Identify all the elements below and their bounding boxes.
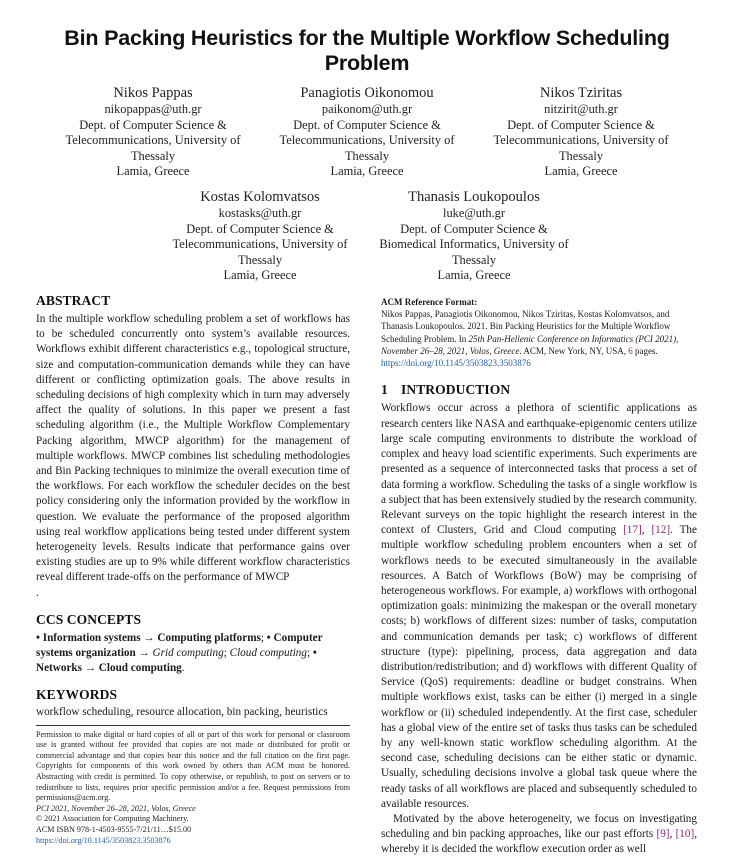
- arrow-icon: →: [84, 662, 96, 675]
- right-column: ACM Reference Format: Nikos Pappas, Pana…: [381, 296, 697, 858]
- reference-doi-link[interactable]: https://doi.org/10.1145/3503823.3503876: [381, 358, 531, 368]
- ccs-bullet: •: [36, 631, 40, 644]
- author-affiliation: Dept. of Computer Science &: [293, 117, 441, 132]
- ccs-item: Computing platforms: [157, 631, 261, 644]
- author-affiliation: Telecommunications, University of: [279, 133, 455, 148]
- author-email: kostasks@uth.gr: [218, 206, 302, 220]
- author-affiliation: Thessaly: [130, 148, 176, 163]
- introduction-paragraph: Motivated by the above heterogeneity, we…: [381, 812, 697, 858]
- ccs-item: Information systems: [42, 631, 141, 644]
- abstract-heading: ABSTRACT: [36, 293, 111, 308]
- author-block: Panagiotis Oikonomou paikonom@uth.gr Dep…: [262, 84, 472, 180]
- author-affiliation: Thessaly: [451, 252, 497, 267]
- author-location: Lamia, Greece: [437, 268, 511, 283]
- section-number: 1: [381, 382, 388, 398]
- abstract-text: In the multiple workflow scheduling prob…: [36, 312, 350, 586]
- paragraph-text: . The multiple workflow scheduling probl…: [381, 524, 697, 810]
- author-email: paikonom@uth.gr: [321, 102, 413, 116]
- keywords-heading: KEYWORDS: [36, 687, 118, 703]
- ccs-separator: ;: [260, 631, 264, 644]
- introduction-paragraph: Workflows occur across a plethora of sci…: [381, 401, 697, 811]
- author-affiliation: Telecommunications, University of: [65, 133, 241, 148]
- ccs-item: Grid computing: [152, 647, 224, 660]
- ccs-item: Cloud computing: [98, 662, 182, 675]
- ccs-bullet: •: [312, 647, 317, 660]
- author-email: nitzirit@uth.gr: [544, 102, 618, 116]
- keywords-text: workflow scheduling, resource allocation…: [36, 706, 328, 719]
- author-affiliation: Dept. of Computer Science &: [400, 221, 548, 236]
- author-block: Thanasis Loukopoulos luke@uth.gr Dept. o…: [369, 188, 579, 284]
- author-block: Nikos Pappas nikopappas@uth.gr Dept. of …: [48, 84, 258, 180]
- author-location: Lamia, Greece: [330, 164, 404, 179]
- arrow-icon: →: [143, 631, 155, 644]
- author-location: Lamia, Greece: [223, 268, 297, 283]
- author-name: Nikos Pappas: [113, 85, 193, 101]
- isbn-line: ACM ISBN 978-1-4503-9555-7/21/11…$15.00: [36, 825, 192, 835]
- author-affiliation: Telecommunications, University of: [172, 237, 348, 252]
- footnote-divider: [36, 724, 350, 726]
- author-affiliation: Dept. of Computer Science &: [186, 221, 334, 236]
- author-affiliation: Biomedical Informatics, University of: [379, 237, 569, 252]
- paragraph-text: Workflows occur across a plethora of sci…: [381, 402, 697, 537]
- copyright-footnote: Permission to make digital or hard copie…: [36, 730, 350, 847]
- reference-format-text: Nikos Pappas, Panagiotis Oikonomou, Niko…: [381, 308, 697, 369]
- author-affiliation: Dept. of Computer Science &: [507, 117, 655, 132]
- author-location: Lamia, Greece: [116, 164, 190, 179]
- ccs-separator: ;: [223, 647, 227, 660]
- author-block: Nikos Tziritas nitzirit@uth.gr Dept. of …: [476, 84, 686, 180]
- author-affiliation: Thessaly: [558, 148, 604, 163]
- ccs-item: Cloud computing: [229, 647, 307, 660]
- ccs-heading: CCS CONCEPTS: [36, 611, 142, 627]
- left-column: ABSTRACT In the multiple workflow schedu…: [36, 292, 350, 846]
- abstract-trailing: .: [36, 586, 39, 599]
- author-affiliation: Dept. of Computer Science &: [79, 117, 227, 132]
- reference-format-heading: ACM Reference Format:: [381, 297, 478, 307]
- author-name: Thanasis Loukopoulos: [408, 189, 540, 205]
- citation-link[interactable]: [10]: [676, 828, 695, 840]
- arrow-icon: →: [138, 647, 150, 660]
- section-title: INTRODUCTION: [401, 382, 511, 398]
- citation-link[interactable]: [17]: [623, 524, 642, 536]
- author-name: Kostas Kolomvatsos: [200, 189, 320, 205]
- abstract-body: In the multiple workflow scheduling prob…: [36, 313, 350, 584]
- citation-link[interactable]: [12]: [651, 524, 670, 536]
- author-location: Lamia, Greece: [544, 164, 618, 179]
- ccs-concepts: • Information systems → Computing platfo…: [36, 631, 350, 677]
- reference-text: pages.: [632, 345, 658, 356]
- paragraph-text: Motivated by the above heterogeneity, we…: [381, 812, 697, 841]
- author-affiliation: Thessaly: [344, 148, 390, 163]
- reference-text: . ACM, New York, NY, USA,: [519, 345, 629, 356]
- ccs-item: Networks: [36, 662, 82, 675]
- author-email: luke@uth.gr: [443, 206, 505, 220]
- author-name: Nikos Tziritas: [539, 85, 623, 101]
- author-block: Kostas Kolomvatsos kostasks@uth.gr Dept.…: [155, 188, 365, 284]
- venue-line: PCI 2021, November 26–28, 2021, Volos, G…: [36, 803, 196, 813]
- author-email: nikopappas@uth.gr: [104, 102, 202, 116]
- ccs-end: .: [181, 662, 185, 675]
- doi-link[interactable]: https://doi.org/10.1145/3503823.3503876: [36, 836, 350, 847]
- permission-notice: Permission to make digital or hard copie…: [36, 729, 350, 803]
- ccs-bullet: •: [266, 631, 271, 644]
- copyright-line: © 2021 Association for Computing Machine…: [36, 814, 189, 824]
- paragraph-text: ,: [641, 524, 652, 537]
- paper-title: Bin Packing Heuristics for the Multiple …: [64, 26, 670, 75]
- ccs-separator: ;: [307, 647, 311, 660]
- author-affiliation: Thessaly: [237, 252, 283, 267]
- citation-link[interactable]: [9]: [656, 828, 669, 840]
- author-affiliation: Telecommunications, University of: [493, 133, 669, 148]
- author-name: Panagiotis Oikonomou: [300, 85, 434, 101]
- introduction-heading: 1 INTRODUCTION: [381, 381, 697, 399]
